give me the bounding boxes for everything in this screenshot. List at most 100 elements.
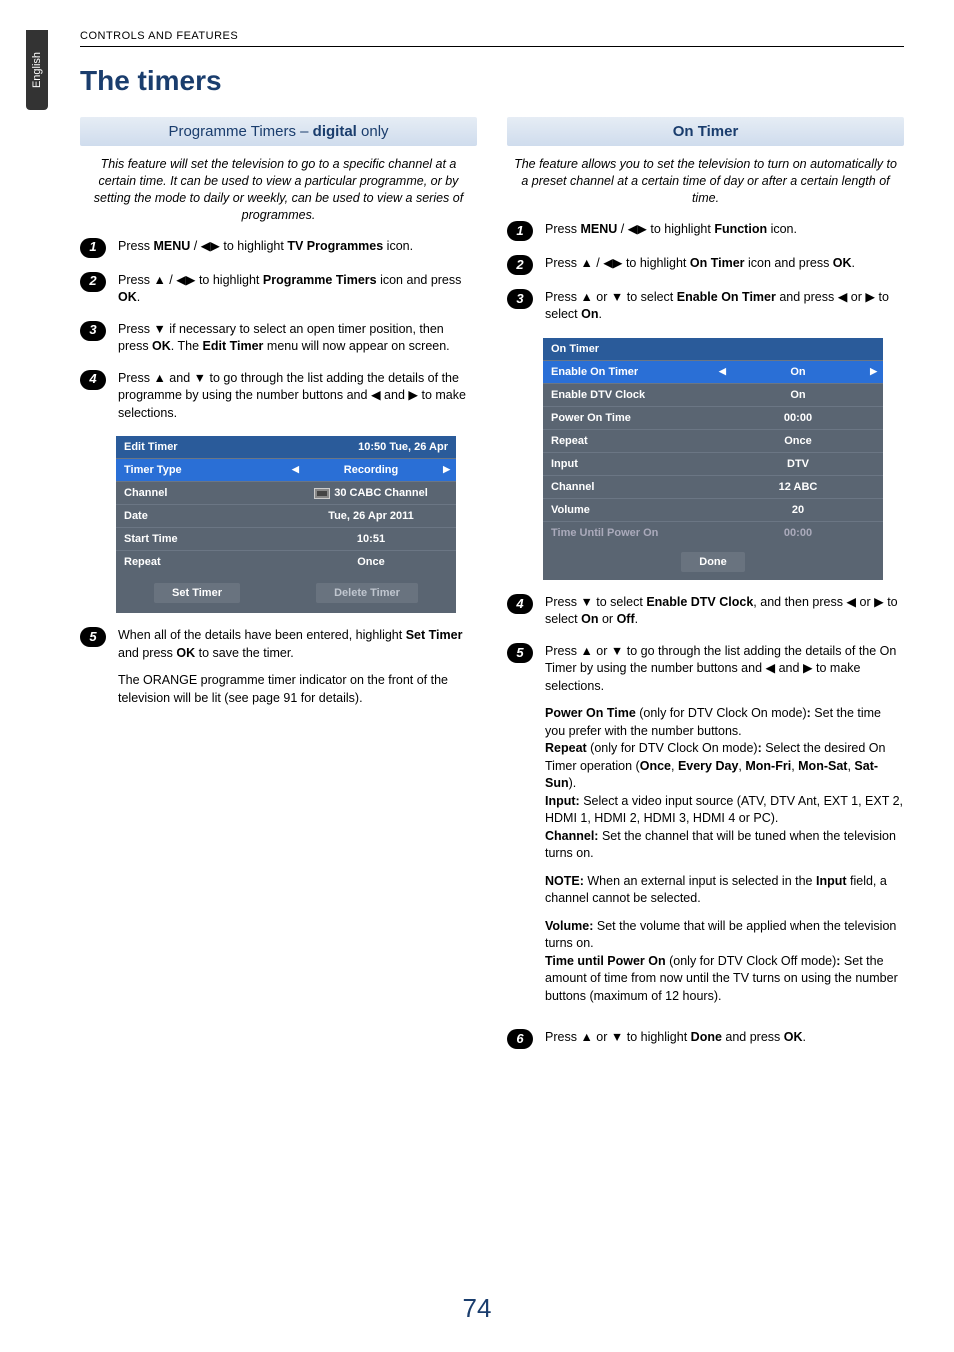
table-row[interactable]: Channel30 CABC Channel: [116, 481, 456, 504]
right-icon: ▶: [865, 290, 875, 304]
step-badge: 1: [507, 221, 533, 241]
up-icon: ▲: [580, 290, 592, 304]
down-icon: ▼: [611, 290, 623, 304]
row-value: DTV: [713, 453, 883, 475]
chevron-left-icon[interactable]: ◀: [292, 464, 299, 475]
step-badge: 5: [507, 643, 533, 663]
row-label: Date: [116, 505, 286, 527]
left-icon: ◀: [846, 595, 856, 609]
row-value: On: [713, 384, 883, 406]
right-icon: ▶: [803, 661, 813, 675]
step-badge: 2: [80, 272, 106, 292]
chevron-right-icon[interactable]: ▶: [443, 464, 450, 475]
row-value: Once: [286, 551, 456, 573]
left-icon: ◀: [838, 290, 848, 304]
language-tab: English: [26, 30, 48, 110]
left-icon: ◀: [371, 388, 381, 402]
step-badge: 6: [507, 1029, 533, 1049]
page-number: 74: [0, 1293, 954, 1324]
delete-timer-button[interactable]: Delete Timer: [316, 583, 418, 603]
table-row[interactable]: Start Time10:51: [116, 527, 456, 550]
table-header: Edit Timer10:50 Tue, 26 Apr: [116, 436, 456, 458]
table-header: On Timer: [543, 338, 883, 360]
step-badge: 4: [80, 370, 106, 390]
step-l4: 4 Press ▲ and ▼ to go through the list a…: [80, 370, 477, 423]
step-badge: 1: [80, 238, 106, 258]
row-label: Time Until Power On: [543, 522, 713, 544]
left-column: Programme Timers – digital only This fea…: [80, 117, 477, 1063]
post-note: The ORANGE programme timer indicator on …: [118, 672, 477, 707]
row-value: Once: [713, 430, 883, 452]
table-row[interactable]: RepeatOnce: [116, 550, 456, 573]
row-label: Repeat: [543, 430, 713, 452]
down-icon: ▼: [194, 371, 206, 385]
table-row[interactable]: RepeatOnce: [543, 429, 883, 452]
right-column: On Timer The feature allows you to set t…: [507, 117, 904, 1063]
language-label: English: [31, 52, 43, 88]
done-button[interactable]: Done: [681, 552, 745, 572]
right-icon: ▶: [408, 388, 418, 402]
table-row[interactable]: Timer Type◀Recording▶: [116, 458, 456, 481]
row-value: ◀On▶: [713, 361, 883, 383]
down-icon: ▼: [611, 1030, 623, 1044]
row-label: Input: [543, 453, 713, 475]
chevron-right-icon[interactable]: ▶: [870, 366, 877, 377]
table-row[interactable]: Time Until Power On00:00: [543, 521, 883, 544]
row-value: 10:51: [286, 528, 456, 550]
row-label: Start Time: [116, 528, 286, 550]
step-badge: 3: [507, 289, 533, 309]
row-label: Channel: [543, 476, 713, 498]
table-row[interactable]: Volume20: [543, 498, 883, 521]
table-row[interactable]: Power On Time00:00: [543, 406, 883, 429]
down-icon: ▼: [611, 644, 623, 658]
page-title: The timers: [80, 65, 904, 97]
up-icon: ▲: [580, 1030, 592, 1044]
left-right-icon: ◀▶: [603, 256, 622, 270]
row-label: Repeat: [116, 551, 286, 573]
step-badge: 4: [507, 594, 533, 614]
down-icon: ▼: [153, 322, 165, 336]
row-value: 12 ABC: [713, 476, 883, 498]
step-r2: 2 Press ▲ / ◀▶ to highlight On Timer ico…: [507, 255, 904, 275]
on-timer-table: On Timer Enable On Timer◀On▶Enable DTV C…: [543, 338, 883, 580]
row-value: 20: [713, 499, 883, 521]
left-icon: ◀: [766, 661, 776, 675]
row-value: ◀Recording▶: [286, 459, 456, 481]
step-badge: 5: [80, 627, 106, 647]
step-l2: 2 Press ▲ / ◀▶ to highlight Programme Ti…: [80, 272, 477, 307]
left-right-icon: ◀▶: [176, 273, 195, 287]
table-done-row: Done: [543, 544, 883, 580]
row-label: Enable DTV Clock: [543, 384, 713, 406]
table-row[interactable]: Enable DTV ClockOn: [543, 383, 883, 406]
channel-icon: [314, 488, 330, 499]
down-icon: ▼: [580, 595, 592, 609]
row-label: Enable On Timer: [543, 361, 713, 383]
section-programme-timers: Programme Timers – digital only: [80, 117, 477, 146]
step-badge: 3: [80, 321, 106, 341]
intro-right: The feature allows you to set the televi…: [511, 156, 900, 207]
row-label: Channel: [116, 482, 286, 504]
step-r3: 3 Press ▲ or ▼ to select Enable On Timer…: [507, 289, 904, 324]
left-right-icon: ◀▶: [201, 239, 220, 253]
step-r5: 5 Press ▲ or ▼ to go through the list ad…: [507, 643, 904, 1016]
up-icon: ▲: [153, 371, 165, 385]
right-icon: ▶: [874, 595, 884, 609]
table-row[interactable]: DateTue, 26 Apr 2011: [116, 504, 456, 527]
row-label: Power On Time: [543, 407, 713, 429]
up-icon: ▲: [580, 256, 592, 270]
intro-left: This feature will set the television to …: [84, 156, 473, 224]
step-r4: 4 Press ▼ to select Enable DTV Clock, an…: [507, 594, 904, 629]
table-row[interactable]: Enable On Timer◀On▶: [543, 360, 883, 383]
table-footer: Set Timer Delete Timer: [116, 573, 456, 613]
set-timer-button[interactable]: Set Timer: [154, 583, 240, 603]
page-header: CONTROLS AND FEATURES: [80, 30, 904, 47]
step-badge: 2: [507, 255, 533, 275]
table-row[interactable]: Channel12 ABC: [543, 475, 883, 498]
chevron-left-icon[interactable]: ◀: [719, 366, 726, 377]
left-right-icon: ◀▶: [628, 222, 647, 236]
table-row[interactable]: InputDTV: [543, 452, 883, 475]
row-value: 00:00: [713, 522, 883, 544]
row-label: Timer Type: [116, 459, 286, 481]
row-label: Volume: [543, 499, 713, 521]
step-r1: 1 Press MENU / ◀▶ to highlight Function …: [507, 221, 904, 241]
